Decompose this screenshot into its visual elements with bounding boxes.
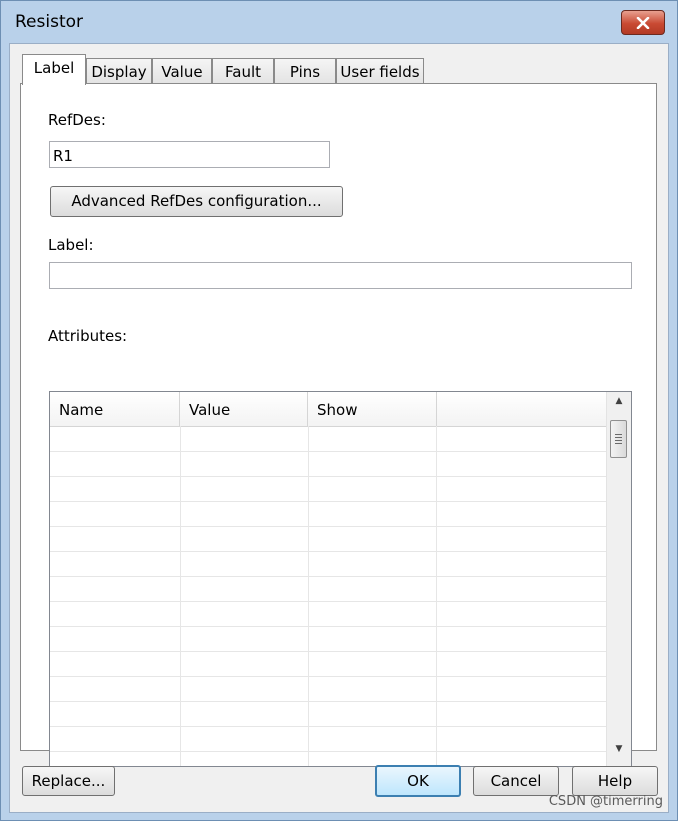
grid-column-divider [308, 426, 309, 766]
tab-display[interactable]: Display [86, 58, 152, 84]
tab-label[interactable]: Label [22, 54, 86, 85]
tab-value[interactable]: Value [152, 58, 212, 84]
label-field-label: Label: [48, 236, 94, 254]
replace-button[interactable]: Replace... [22, 766, 115, 796]
ok-button[interactable]: OK [375, 765, 461, 797]
attributes-vertical-scrollbar[interactable]: ▲ ▼ [606, 392, 631, 766]
grid-row-line [50, 651, 607, 652]
tab-pins[interactable]: Pins [274, 58, 336, 84]
refdes-input[interactable]: R1 [49, 141, 330, 168]
watermark: CSDN @timerring [548, 794, 663, 809]
column-header-name[interactable]: Name [50, 392, 180, 426]
scroll-up-arrow-icon[interactable]: ▲ [607, 396, 631, 416]
attributes-grid[interactable]: Name Value Show ▲ ▼ [49, 391, 632, 767]
grid-row-line [50, 501, 607, 502]
grid-row-line [50, 676, 607, 677]
attributes-grid-header: Name Value Show [50, 392, 607, 427]
grid-column-divider [436, 426, 437, 766]
grid-row-line [50, 751, 607, 752]
cancel-button[interactable]: Cancel [473, 766, 559, 796]
grid-row-line [50, 526, 607, 527]
scroll-down-arrow-icon[interactable]: ▼ [607, 744, 631, 764]
label-tab-panel: RefDes: R1 Advanced RefDes configuration… [20, 83, 657, 767]
grid-column-divider [180, 426, 181, 766]
window-title: Resistor [15, 12, 83, 32]
column-header-show[interactable]: Show [308, 392, 437, 426]
attributes-label: Attributes: [48, 327, 128, 345]
grid-row-line [50, 576, 607, 577]
grid-row-line [50, 551, 607, 552]
scrollbar-thumb[interactable] [610, 420, 627, 458]
grid-row-line [50, 626, 607, 627]
refdes-label: RefDes: [48, 111, 106, 129]
grid-row-line [50, 701, 607, 702]
close-icon [636, 16, 650, 29]
help-button[interactable]: Help [572, 766, 658, 796]
label-input[interactable] [49, 262, 632, 289]
grid-row-line [50, 726, 607, 727]
grid-row-line [50, 601, 607, 602]
tab-user-fields[interactable]: User fields [336, 58, 424, 84]
tab-fault[interactable]: Fault [212, 58, 274, 84]
grid-row-line [50, 476, 607, 477]
dialog-client-area: Label Display Value Fault Pins User fiel… [9, 43, 669, 813]
column-header-value[interactable]: Value [180, 392, 308, 426]
title-bar[interactable]: Resistor [1, 1, 677, 43]
resistor-dialog: Resistor Label Display Value Fault Pins … [0, 0, 678, 821]
close-button[interactable] [621, 10, 665, 35]
grid-row-line [50, 451, 607, 452]
advanced-refdes-button[interactable]: Advanced RefDes configuration... [50, 186, 343, 217]
